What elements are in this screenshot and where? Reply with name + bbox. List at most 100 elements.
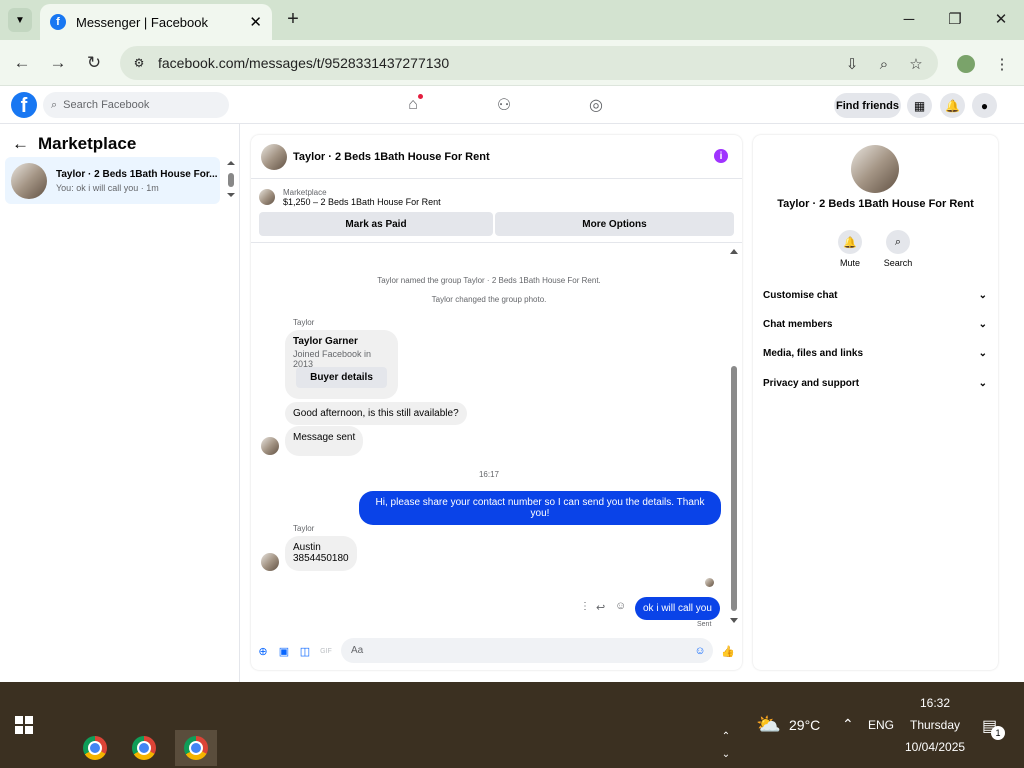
new-tab-button[interactable]: + xyxy=(282,8,304,30)
listing-price-title: $1,250 – 2 Beds 1Bath House For Rent xyxy=(283,196,441,207)
notification-count-badge: 1 xyxy=(991,726,1005,740)
browser-tab-bar: ▼ f Messenger | Facebook ✕ + ─ ❐ ✕ xyxy=(0,0,1024,40)
conversation-avatar xyxy=(11,162,47,199)
more-options-button[interactable]: More Options xyxy=(495,212,734,236)
menu-grid-icon[interactable]: ▦ xyxy=(907,93,932,118)
notification-dot xyxy=(418,94,423,99)
reload-icon[interactable]: ↻ xyxy=(83,52,105,74)
clock-date[interactable]: 10/04/2025 xyxy=(905,740,965,754)
marketplace-title: Marketplace xyxy=(38,134,137,153)
chevron-down-icon: ⌄ xyxy=(978,377,987,389)
restore-button[interactable]: ❐ xyxy=(942,6,968,32)
react-icon[interactable]: ☺ xyxy=(615,600,626,612)
group-title: Taylor · 2 Beds 1Bath House For Rent xyxy=(777,198,974,210)
browser-tab[interactable]: f Messenger | Facebook ✕ xyxy=(40,4,272,40)
thread-scrollbar[interactable] xyxy=(729,246,739,626)
system-message: Taylor changed the group photo. xyxy=(431,295,547,304)
sender-avatar[interactable] xyxy=(261,437,279,455)
conversation-name: Taylor · 2 Beds 1Bath House For... xyxy=(56,168,218,180)
sender-name: Taylor xyxy=(293,524,315,533)
minimize-button[interactable]: ─ xyxy=(896,6,922,32)
photo-icon[interactable]: ▣ xyxy=(277,644,291,658)
chrome-taskbar-icon[interactable] xyxy=(77,730,113,766)
profile-joined: Joined Facebook in 2013 xyxy=(293,349,372,369)
clock-day[interactable]: Thursday xyxy=(910,718,960,732)
profile-name: Taylor Garner xyxy=(293,336,358,347)
browser-menu-icon[interactable]: ⋮ xyxy=(992,54,1012,74)
account-avatar-icon[interactable]: ● xyxy=(972,93,997,118)
facebook-search-input[interactable]: ⌕ Search Facebook xyxy=(43,92,229,118)
message-input[interactable]: Aa xyxy=(341,638,713,663)
search-icon: ⌕ xyxy=(51,98,58,111)
input-language[interactable]: ENG xyxy=(868,718,894,732)
windows-start-icon[interactable] xyxy=(15,716,33,734)
weather-cloud-icon[interactable]: ⛅ xyxy=(756,712,781,737)
sidebar-scrollbar[interactable] xyxy=(226,160,236,200)
chat-members-row[interactable]: Chat members ⌄ xyxy=(763,314,987,334)
chevron-down-icon: ⌄ xyxy=(978,289,987,301)
close-window-button[interactable]: ✕ xyxy=(988,6,1014,32)
info-icon[interactable]: i xyxy=(714,149,728,163)
buyer-details-button[interactable]: Buyer details xyxy=(296,367,387,388)
mute-button[interactable]: 🔔 Mute xyxy=(830,230,870,268)
friends-icon[interactable]: ⚇ xyxy=(492,93,516,117)
chat-header: Taylor · 2 Beds 1Bath House For Rent xyxy=(251,135,742,179)
back-icon[interactable]: ← xyxy=(11,52,33,74)
listing-info[interactable]: Marketplace $1,250 – 2 Beds 1Bath House … xyxy=(259,185,739,209)
tab-search-button[interactable]: ▼ xyxy=(8,8,32,32)
chrome-taskbar-icon[interactable] xyxy=(126,730,162,766)
groups-icon[interactable]: ◎ xyxy=(584,93,608,117)
more-actions-icon[interactable]: ⋮ xyxy=(580,601,590,612)
reply-icon[interactable]: ↩ xyxy=(596,601,605,614)
find-friends-button[interactable]: Find friends xyxy=(834,93,901,118)
message-bubble: Good afternoon, is this still available? xyxy=(285,402,467,425)
zoom-icon[interactable]: ⌕ xyxy=(874,54,894,74)
home-icon[interactable]: ⌂ xyxy=(401,93,425,117)
url-bar[interactable]: ⚙ facebook.com/messages/t/95283314372771… xyxy=(120,46,938,80)
clock-time[interactable]: 16:32 xyxy=(920,696,950,710)
profile-card: Taylor Garner Joined Facebook in 2013 xyxy=(285,330,398,399)
message-line: Austin xyxy=(293,542,321,553)
chat-title[interactable]: Taylor · 2 Beds 1Bath House For Rent xyxy=(293,151,490,163)
media-files-row[interactable]: Media, files and links ⌄ xyxy=(763,343,987,363)
chevron-down-icon: ⌄ xyxy=(978,318,987,330)
search-label: Search xyxy=(883,258,913,268)
add-icon[interactable]: ⊕ xyxy=(256,644,270,658)
notifications-bell-icon[interactable]: 🔔 xyxy=(940,93,965,118)
show-hidden-icons-icon[interactable]: ⌃ xyxy=(842,716,854,733)
emoji-icon[interactable]: ☺ xyxy=(693,644,707,658)
taskbar-scroll-arrows[interactable]: ⌃ ⌄ xyxy=(716,728,736,768)
gif-icon[interactable]: GIF xyxy=(319,644,333,658)
bookmark-star-icon[interactable]: ☆ xyxy=(906,54,926,74)
marketplace-sidebar: ← Marketplace Taylor · 2 Beds 1Bath Hous… xyxy=(0,124,240,682)
install-app-icon[interactable]: ⇩ xyxy=(842,54,862,74)
close-tab-icon[interactable]: ✕ xyxy=(249,13,262,31)
message-status: Sent xyxy=(697,621,712,628)
sticker-icon[interactable]: ◫ xyxy=(298,644,312,658)
conversation-item[interactable]: Taylor · 2 Beds 1Bath House For... You: … xyxy=(5,157,220,204)
mark-as-paid-button[interactable]: Mark as Paid xyxy=(259,212,493,236)
facebook-logo-icon[interactable]: f xyxy=(11,92,37,118)
customise-chat-row[interactable]: Customise chat ⌄ xyxy=(763,285,987,305)
search-placeholder: Search Facebook xyxy=(63,99,150,111)
sender-avatar[interactable] xyxy=(261,553,279,571)
chat-avatar[interactable] xyxy=(261,143,287,170)
tab-title: Messenger | Facebook xyxy=(76,14,208,30)
profile-icon[interactable] xyxy=(956,54,976,74)
chevron-down-icon: ⌄ xyxy=(978,347,987,359)
facebook-header: f ⌕ Search Facebook ⌂ ⚇ ◎ Find friends ▦… xyxy=(0,87,1024,124)
temperature[interactable]: 29°C xyxy=(789,717,820,733)
privacy-support-row[interactable]: Privacy and support ⌄ xyxy=(763,373,987,393)
bell-icon: 🔔 xyxy=(838,230,862,254)
mute-label: Mute xyxy=(839,258,860,268)
group-photo[interactable] xyxy=(851,145,899,193)
chrome-taskbar-icon-active[interactable] xyxy=(175,730,217,766)
chat-panel: Taylor · 2 Beds 1Bath House For Rent i M… xyxy=(251,135,742,670)
search-icon: ⌕ xyxy=(886,230,910,254)
thumbs-up-icon[interactable]: 👍 xyxy=(721,644,735,658)
search-conversation-button[interactable]: ⌕ Search xyxy=(878,230,918,268)
row-label: Media, files and links xyxy=(763,347,864,359)
back-arrow-icon[interactable]: ← xyxy=(12,134,29,154)
site-settings-icon[interactable]: ⚙ xyxy=(128,52,150,74)
forward-icon[interactable]: → xyxy=(47,52,69,74)
